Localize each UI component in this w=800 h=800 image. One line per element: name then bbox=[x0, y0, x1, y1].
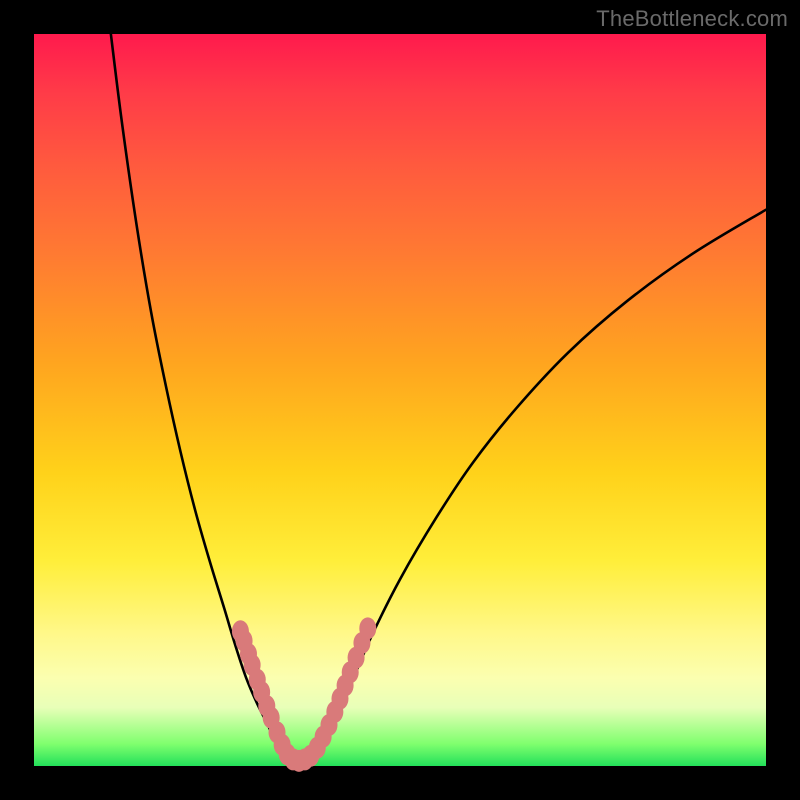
chart-svg bbox=[34, 34, 766, 766]
bottleneck-curve bbox=[111, 34, 766, 763]
plot-area bbox=[34, 34, 766, 766]
marker-group bbox=[232, 617, 376, 772]
marker-dot bbox=[359, 617, 376, 639]
outer-frame: TheBottleneck.com bbox=[0, 0, 800, 800]
watermark-text: TheBottleneck.com bbox=[596, 6, 788, 32]
